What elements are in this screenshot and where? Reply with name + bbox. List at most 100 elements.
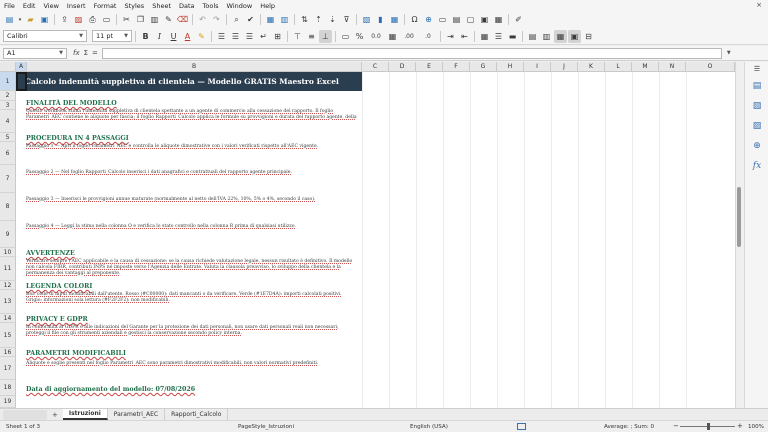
step-2[interactable]: Passaggio 2 — Nel foglio Rapporti_Calcol… <box>26 170 358 176</box>
row-header-4[interactable]: 4 <box>0 110 16 133</box>
row-header-9[interactable]: 9 <box>0 221 16 248</box>
name-box[interactable]: A1 ▼ <box>3 47 67 59</box>
font-size-select[interactable]: 11 pt ▼ <box>92 30 132 42</box>
formula-button[interactable]: = <box>92 49 98 57</box>
update-date[interactable]: Data di aggiornamento del modello: 07/08… <box>26 386 195 393</box>
row-icon[interactable]: ▦ <box>264 13 277 26</box>
step-1[interactable]: Passaggio 1 — Apri il foglio Parametri_A… <box>26 144 358 150</box>
column-header-g[interactable]: G <box>470 62 497 72</box>
redo-icon[interactable]: ↷ <box>210 13 223 26</box>
new-dropdown-icon[interactable]: ▾ <box>17 13 23 26</box>
column-header-f[interactable]: F <box>443 62 470 72</box>
parametri-body[interactable]: Aliquote e soglie presenti nel foglio Pa… <box>26 361 358 367</box>
cut-icon[interactable]: ✂ <box>120 13 133 26</box>
export-icon[interactable]: ⇪ <box>58 13 71 26</box>
pivot-table-icon[interactable]: ▦ <box>388 13 401 26</box>
row-header-19[interactable]: 19 <box>0 396 16 408</box>
tab-rapporti-calcolo[interactable]: Rapporti_Calcolo <box>165 409 229 420</box>
underline-button[interactable]: U <box>167 30 180 43</box>
row-header-10[interactable]: 10 <box>0 248 16 257</box>
zoom-level[interactable]: 100% <box>748 424 764 430</box>
find-replace-icon[interactable]: ⌕ <box>230 13 243 26</box>
currency-format-icon[interactable]: ▭ <box>339 30 352 43</box>
styles-icon[interactable]: ▧ <box>745 96 768 116</box>
finalita-body[interactable]: Questo workbook stima l'indennità supple… <box>26 109 358 121</box>
tab-istruzioni[interactable]: Istruzioni <box>62 409 108 420</box>
font-color-button[interactable]: A <box>181 30 194 43</box>
increase-indent-icon[interactable]: ⇥ <box>444 30 457 43</box>
open-folder-icon[interactable]: ▰ <box>24 13 37 26</box>
hyperlink-icon[interactable]: ⊕ <box>422 13 435 26</box>
toggle-grid-lines-icon[interactable]: ▦ <box>554 29 567 43</box>
zoom-in-icon[interactable]: + <box>737 422 743 430</box>
menu-sheet[interactable]: Sheet <box>148 2 175 10</box>
privacy-heading[interactable]: PRIVACY E GDPR <box>26 316 88 323</box>
row-header-2[interactable]: 2 <box>0 91 16 101</box>
border-style-icon[interactable]: ☰ <box>492 30 505 43</box>
column-header-a[interactable]: A <box>16 62 27 72</box>
menu-window[interactable]: Window <box>223 2 257 10</box>
row-header-18[interactable]: 18 <box>0 380 16 396</box>
conditional-format-icon[interactable]: ▤ <box>526 30 539 43</box>
row-header-15[interactable]: 15 <box>0 323 16 348</box>
borders-icon[interactable]: ▦ <box>478 30 491 43</box>
menu-file[interactable]: File <box>0 2 19 10</box>
undo-icon[interactable]: ↶ <box>196 13 209 26</box>
menu-insert[interactable]: Insert <box>63 2 90 10</box>
gallery-icon[interactable]: ▨ <box>745 116 768 136</box>
align-left-icon[interactable]: ☰ <box>215 30 228 43</box>
vertical-scrollbar[interactable] <box>735 62 742 408</box>
menu-help[interactable]: Help <box>256 2 279 10</box>
highlight-icon[interactable]: ✎ <box>195 30 208 43</box>
merge-cells-icon[interactable]: ⊞ <box>271 30 284 43</box>
add-sheet-button[interactable]: + <box>47 411 63 419</box>
procedura-heading[interactable]: PROCEDURA IN 4 PASSAGGI <box>26 135 129 142</box>
clear-formatting-icon[interactable]: ⌫ <box>176 13 189 26</box>
spreadsheet-grid[interactable]: A B C D E F G H I J K L M N O 1 2 3 4 5 … <box>0 62 742 408</box>
formula-input[interactable] <box>101 47 722 59</box>
row-header-5[interactable]: 5 <box>0 133 16 142</box>
selection-mode-icon[interactable] <box>517 423 526 430</box>
sort-descending-icon[interactable]: ⇣ <box>326 13 339 26</box>
align-center-icon[interactable]: ☰ <box>229 30 242 43</box>
legenda-body[interactable]: Blu: celle di input modificabili dall'ut… <box>26 292 358 304</box>
close-document-icon[interactable]: × <box>756 1 762 9</box>
align-right-icon[interactable]: ☰ <box>243 30 256 43</box>
menu-edit[interactable]: Edit <box>19 2 40 10</box>
column-header-m[interactable]: M <box>632 62 659 72</box>
new-document-icon[interactable]: ▤ <box>3 13 16 26</box>
show-formula-icon[interactable]: ▣ <box>568 29 581 43</box>
column-header-c[interactable]: C <box>362 62 389 72</box>
split-window-icon[interactable]: ▦ <box>492 13 505 26</box>
clone-formatting-icon[interactable]: ✎ <box>162 13 175 26</box>
column-header-j[interactable]: J <box>551 62 578 72</box>
comment-icon[interactable]: ▭ <box>436 13 449 26</box>
row-header-11[interactable]: 11 <box>0 257 16 281</box>
copy-icon[interactable]: ❐ <box>134 13 147 26</box>
freeze-rows-columns-icon[interactable]: ▣ <box>478 13 491 26</box>
autofilter-icon[interactable]: ⊽ <box>340 13 353 26</box>
parametri-heading[interactable]: PARAMETRI MODIFICABILI <box>26 350 126 357</box>
print-icon[interactable]: ⎙ <box>86 13 99 26</box>
avvertenze-heading[interactable]: AVVERTENZE <box>26 250 75 257</box>
column-header-i[interactable]: I <box>524 62 551 72</box>
page-style[interactable]: PageStyle_Istruzioni <box>238 424 294 430</box>
align-middle-icon[interactable]: ≡ <box>305 30 318 43</box>
column-header-k[interactable]: K <box>578 62 605 72</box>
date-format-icon[interactable]: ▦ <box>386 30 399 43</box>
row-header-8[interactable]: 8 <box>0 193 16 221</box>
column-header-h[interactable]: H <box>497 62 524 72</box>
export-pdf-icon[interactable]: ▨ <box>72 13 85 26</box>
sort-ascending-icon[interactable]: ⇡ <box>312 13 325 26</box>
column-header-e[interactable]: E <box>416 62 443 72</box>
row-header-3[interactable]: 3 <box>0 101 16 110</box>
special-character-icon[interactable]: Ω <box>408 13 421 26</box>
row-header-13[interactable]: 13 <box>0 290 16 314</box>
scrollbar-thumb[interactable] <box>737 187 741 247</box>
save-icon[interactable]: ▣ <box>38 13 51 26</box>
align-top-icon[interactable]: ⊤ <box>291 30 304 43</box>
legenda-heading[interactable]: LEGENDA COLORI <box>26 283 92 290</box>
menu-view[interactable]: View <box>39 2 62 10</box>
column-header-n[interactable]: N <box>659 62 686 72</box>
finalita-heading[interactable]: FINALITÀ DEL MODELLO <box>26 100 117 107</box>
